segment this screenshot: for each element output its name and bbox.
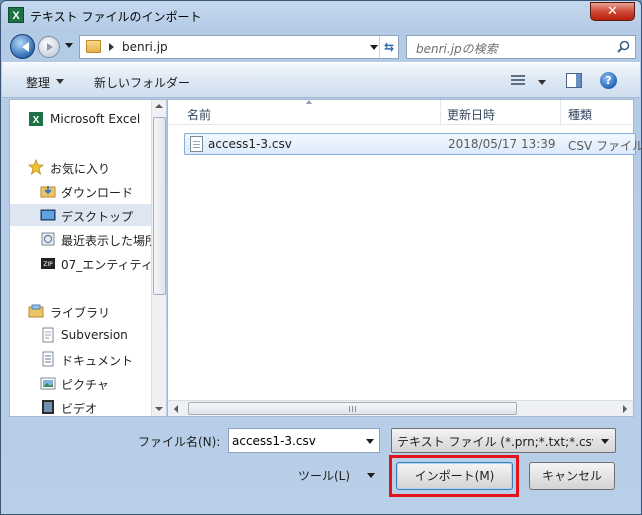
title-bar: X テキスト ファイルのインポート ✕ <box>1 1 641 31</box>
forward-button[interactable] <box>38 36 60 58</box>
column-date[interactable]: 更新日時 <box>447 106 495 123</box>
svg-text:X: X <box>33 115 40 126</box>
navigation-pane: X Microsoft Excel お気に入り ダウンロード デスクトップ 最近… <box>9 99 166 417</box>
file-date: 2018/05/17 13:39 <box>448 137 556 151</box>
nav-item-label: ダウンロード <box>61 186 134 200</box>
nav-item-label: 最近表示した場所 <box>61 234 151 248</box>
chevron-down-icon[interactable] <box>366 439 374 448</box>
back-button[interactable] <box>10 34 35 59</box>
nav-item-label: お気に入り <box>50 162 111 176</box>
nav-item-label: ピクチャ <box>61 378 109 392</box>
view-dropdown-icon[interactable] <box>538 80 546 89</box>
file-type: CSV ファイル <box>568 139 642 153</box>
sort-up-icon <box>306 100 312 104</box>
organize-menu-button[interactable]: 整理 <box>26 74 65 91</box>
csv-file-icon <box>190 136 203 152</box>
scroll-left-icon[interactable] <box>174 405 178 413</box>
zip-icon: ZIP <box>41 258 55 269</box>
file-list-pane: 名前 更新日時 種類 access1-3.csv 2018/05/17 13:3… <box>167 99 642 417</box>
recent-pages-dropdown-icon[interactable] <box>65 43 73 52</box>
chevron-down-icon <box>601 439 609 448</box>
nav-item-desktop[interactable]: デスクトップ <box>10 204 151 226</box>
filetype-value: テキスト ファイル (*.prn;*.txt;*.csv) <box>397 435 593 449</box>
column-header: 名前 更新日時 種類 <box>168 100 633 125</box>
new-folder-button[interactable]: 新しいフォルダー <box>94 74 190 91</box>
organize-label: 整理 <box>26 76 51 90</box>
import-dialog: X テキスト ファイルのインポート ✕ benri.jp ⇆ benri.jpの… <box>0 0 642 515</box>
nav-item-label: ドキュメント <box>61 354 134 368</box>
documents-icon <box>42 351 54 367</box>
scroll-up-icon[interactable] <box>155 104 163 108</box>
nav-item-recent-places[interactable]: 最近表示した場所 <box>10 228 151 250</box>
column-divider[interactable] <box>440 100 441 124</box>
nav-item-label: ビデオ <box>61 402 98 416</box>
nav-item-label: Subversion <box>61 328 128 342</box>
nav-list: X Microsoft Excel お気に入り ダウンロード デスクトップ 最近… <box>10 100 151 416</box>
nav-item-videos[interactable]: ビデオ <box>10 396 151 416</box>
file-name: access1-3.csv <box>208 137 292 151</box>
refresh-button[interactable]: ⇆ <box>379 36 398 58</box>
nav-item-documents[interactable]: ドキュメント <box>10 348 151 370</box>
excel-app-icon: X <box>8 7 24 23</box>
nav-item-07-entity[interactable]: ZIP 07_エンティティ <box>10 252 151 274</box>
search-box[interactable]: benri.jpの検索 <box>406 35 636 59</box>
nav-scrollbar[interactable] <box>151 100 166 416</box>
close-button[interactable]: ✕ <box>590 2 635 21</box>
svg-text:ZIP: ZIP <box>43 261 53 268</box>
recent-places-icon <box>41 232 55 246</box>
file-row[interactable]: access1-3.csv 2018/05/17 13:39 CSV ファイル <box>184 133 642 155</box>
scrollbar-thumb[interactable] <box>188 402 517 415</box>
scroll-down-icon[interactable] <box>155 407 163 411</box>
scrollbar-thumb[interactable] <box>153 117 166 295</box>
document-icon <box>42 327 54 343</box>
excel-icon: X <box>29 112 43 126</box>
search-icon[interactable] <box>617 40 630 53</box>
filename-combobox[interactable] <box>228 428 380 453</box>
column-type[interactable]: 種類 <box>568 106 592 123</box>
pictures-icon <box>40 377 56 390</box>
help-icon[interactable]: ? <box>600 72 617 89</box>
filetype-select[interactable]: テキスト ファイル (*.prn;*.txt;*.csv) <box>391 428 616 453</box>
desktop-icon <box>40 209 56 221</box>
scroll-right-icon[interactable] <box>623 405 627 413</box>
nav-item-label: Microsoft Excel <box>50 112 141 126</box>
tools-dropdown-icon[interactable] <box>367 473 375 482</box>
filename-label: ファイル名(N): <box>138 435 221 449</box>
nav-item-label: 07_エンティティ <box>61 258 151 272</box>
nav-item-label: ライブラリ <box>50 306 111 320</box>
library-icon <box>28 304 44 318</box>
address-path[interactable]: benri.jp <box>122 40 168 54</box>
preview-pane-icon[interactable] <box>566 73 582 88</box>
grip-icon <box>349 406 357 412</box>
column-name[interactable]: 名前 <box>187 106 211 123</box>
nav-item-libraries[interactable]: ライブラリ <box>10 300 151 322</box>
nav-item-subversion[interactable]: Subversion <box>10 324 151 346</box>
download-folder-icon <box>40 186 56 198</box>
nav-item-pictures[interactable]: ピクチャ <box>10 372 151 394</box>
search-input[interactable]: benri.jpの検索 <box>416 40 498 57</box>
view-options-icon[interactable] <box>511 75 525 86</box>
nav-item-favorites[interactable]: お気に入り <box>10 156 151 178</box>
nav-item-label: デスクトップ <box>61 210 134 224</box>
nav-item-downloads[interactable]: ダウンロード <box>10 180 151 202</box>
command-bar: 整理 新しいフォルダー ? <box>2 62 640 98</box>
video-icon <box>42 400 54 414</box>
filename-input[interactable] <box>232 432 357 449</box>
column-divider[interactable] <box>560 100 561 124</box>
window-title: テキスト ファイルのインポート <box>30 10 202 24</box>
star-icon <box>28 159 44 175</box>
cancel-button[interactable]: キャンセル <box>529 462 615 490</box>
address-history-dropdown-icon[interactable] <box>370 45 378 54</box>
tools-menu-button[interactable]: ツール(L) <box>298 467 350 484</box>
chevron-down-icon <box>56 79 65 88</box>
breadcrumb-chevron-icon[interactable] <box>109 43 118 51</box>
highlight-annotation <box>389 455 519 497</box>
file-hscrollbar[interactable] <box>168 400 633 416</box>
address-bar[interactable]: benri.jp ⇆ <box>79 35 399 59</box>
navigation-bar: benri.jp ⇆ benri.jpの検索 <box>8 32 636 60</box>
folder-icon <box>86 40 101 53</box>
nav-item-microsoft-excel[interactable]: X Microsoft Excel <box>10 108 151 130</box>
